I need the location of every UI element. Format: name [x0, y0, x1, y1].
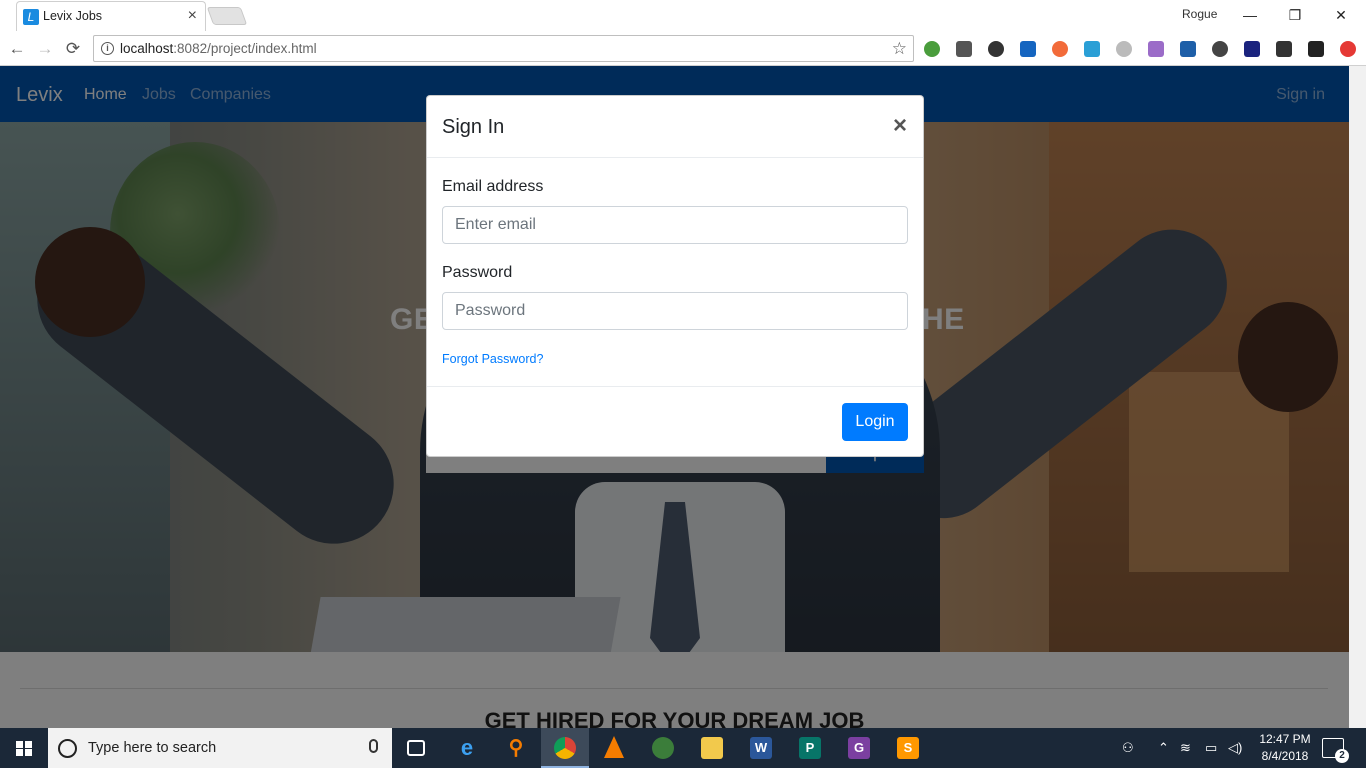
volume-icon[interactable]: ◁): [1228, 740, 1242, 756]
back-button[interactable]: ←: [6, 38, 28, 60]
chrome-icon: [554, 737, 576, 759]
site-info-icon[interactable]: i: [101, 42, 114, 55]
taskbar-search-box[interactable]: Type here to search: [48, 728, 392, 768]
taskbar-sublime-text[interactable]: S: [884, 728, 932, 768]
clock-time: 12:47 PM: [1259, 732, 1311, 746]
chrome-web-store-icon[interactable]: [924, 41, 940, 57]
web-page: Levix Home Jobs Companies Sign in GE HE …: [0, 66, 1349, 728]
reload-button[interactable]: ⟳: [62, 38, 84, 60]
new-tab-button[interactable]: [206, 7, 248, 25]
forward-button[interactable]: →: [34, 38, 56, 60]
task-view-button[interactable]: [394, 728, 442, 768]
tab-title: Levix Jobs: [43, 9, 103, 23]
login-button[interactable]: Login: [842, 403, 908, 441]
bus-icon[interactable]: [956, 41, 972, 57]
taskbar-search-text: Type here to search: [88, 740, 217, 756]
people-icon[interactable]: ⚇: [1122, 740, 1134, 756]
taskbar-file-explorer[interactable]: [688, 728, 736, 768]
info-extension-icon[interactable]: [1244, 41, 1260, 57]
bookmark-star-icon[interactable]: ☆: [892, 39, 907, 59]
password-label: Password: [442, 264, 513, 281]
minimize-button[interactable]: —: [1238, 4, 1262, 26]
download-icon[interactable]: [1276, 41, 1292, 57]
taskbar-publisher[interactable]: P: [786, 728, 834, 768]
taskbar-chrome[interactable]: [541, 728, 589, 768]
gear-icon[interactable]: [988, 41, 1004, 57]
windows-logo-icon: [16, 741, 32, 756]
publisher-icon: P: [799, 737, 821, 759]
magnifier-icon: ⚲: [508, 737, 524, 759]
clipper-icon[interactable]: [1084, 41, 1100, 57]
battery-icon[interactable]: ▭: [1205, 740, 1217, 756]
action-center-button[interactable]: 2: [1322, 738, 1349, 763]
modal-title: Sign In: [442, 116, 505, 138]
microphone-icon[interactable]: [369, 739, 378, 753]
clock-date: 8/4/2018: [1261, 749, 1309, 763]
browser-toolbar: ← → ⟳ i localhost:8082/project/index.htm…: [0, 32, 1366, 66]
notification-count-badge: 2: [1335, 749, 1349, 763]
taskbar-idm[interactable]: [639, 728, 687, 768]
folder-icon: [701, 737, 723, 759]
taskbar-search-everything[interactable]: ⚲: [492, 728, 540, 768]
modal-header: Sign In ×: [427, 96, 923, 158]
windows-taskbar: Type here to search e ⚲ W P G S ⚇ ⌃ ≋ ▭ …: [0, 728, 1366, 768]
task-view-icon: [407, 740, 425, 756]
levix-favicon-icon: L: [23, 9, 39, 25]
tab-levix-jobs[interactable]: L Levix Jobs ×: [16, 1, 206, 31]
modal-close-icon[interactable]: ×: [893, 112, 907, 140]
vlc-icon: [604, 736, 624, 758]
tag-icon[interactable]: [1180, 41, 1196, 57]
email-label: Email address: [442, 178, 544, 195]
pdf-reader-icon: G: [848, 737, 870, 759]
email-field[interactable]: [442, 206, 908, 244]
start-button[interactable]: [0, 728, 48, 768]
download-manager-icon: [652, 737, 674, 759]
sign-in-modal: Sign In × Email address Password Forgot …: [426, 95, 924, 457]
forgot-password-link[interactable]: Forgot Password?: [442, 352, 543, 366]
system-clock[interactable]: 12:47 PM 8/4/2018: [1253, 731, 1317, 765]
mail-icon[interactable]: [1116, 41, 1132, 57]
sublime-icon: S: [897, 737, 919, 759]
edge-icon: e: [460, 735, 474, 760]
ublock-icon[interactable]: [1340, 41, 1356, 57]
taskbar-word[interactable]: W: [737, 728, 785, 768]
url-text[interactable]: localhost:8082/project/index.html: [120, 41, 317, 56]
browser-titlebar: L Levix Jobs × Rogue — ❐ ✕: [0, 0, 1366, 32]
mountain-icon[interactable]: [1308, 41, 1324, 57]
word-icon: W: [750, 737, 772, 759]
cortana-icon: [58, 739, 77, 758]
pdf-icon[interactable]: [1148, 41, 1164, 57]
address-bar[interactable]: i localhost:8082/project/index.html ☆: [93, 35, 914, 62]
profile-name[interactable]: Rogue: [1182, 7, 1217, 21]
taskbar-pdf-reader[interactable]: G: [835, 728, 883, 768]
page-scrollbar[interactable]: [1349, 66, 1366, 728]
wifi-icon[interactable]: ≋: [1180, 740, 1191, 756]
tab-close-icon[interactable]: ×: [188, 7, 197, 25]
restore-button[interactable]: ❐: [1283, 4, 1307, 26]
taskbar-edge[interactable]: e: [443, 728, 491, 768]
close-window-button[interactable]: ✕: [1329, 4, 1353, 26]
password-field[interactable]: [442, 292, 908, 330]
malwarebytes-icon[interactable]: [1020, 41, 1036, 57]
onenote-icon[interactable]: [1052, 41, 1068, 57]
chevron-up-icon[interactable]: ⌃: [1158, 740, 1169, 756]
taskbar-vlc[interactable]: [590, 728, 638, 768]
modal-footer: Login: [427, 386, 923, 456]
ghost-icon[interactable]: [1212, 41, 1228, 57]
